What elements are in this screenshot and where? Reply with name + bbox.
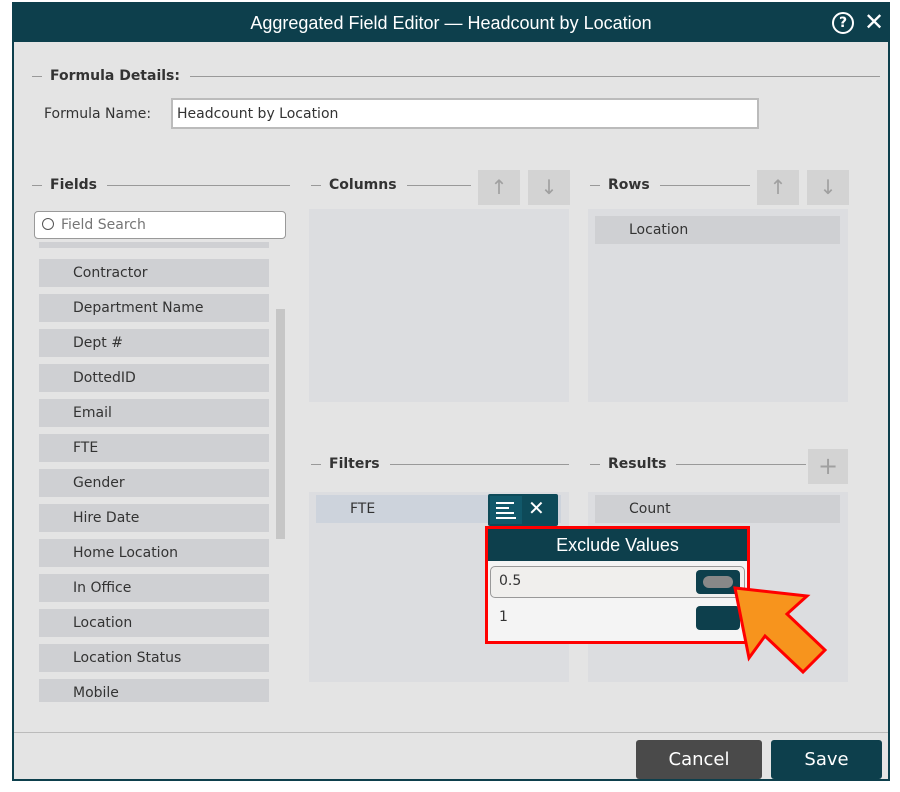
- field-search[interactable]: [34, 211, 286, 239]
- search-icon: [42, 218, 54, 230]
- field-item[interactable]: Gender: [39, 469, 269, 497]
- exclude-value-label: 1: [499, 609, 508, 625]
- results-legend: Results: [590, 456, 806, 472]
- rows-legend: Rows: [590, 177, 750, 193]
- rows-heading: Rows: [608, 177, 650, 193]
- field-item[interactable]: Location: [39, 609, 269, 637]
- columns-legend: Columns: [311, 177, 471, 193]
- field-search-input[interactable]: [61, 215, 281, 235]
- cancel-button[interactable]: Cancel: [636, 740, 762, 779]
- save-button[interactable]: Save: [771, 740, 882, 779]
- exclude-values-popup: Exclude Values 0.5 1: [485, 526, 750, 644]
- field-item[interactable]: Department Name: [39, 294, 269, 322]
- result-item-count[interactable]: Count: [595, 495, 840, 523]
- filter-actions: ✕: [488, 494, 558, 526]
- filter-options-icon[interactable]: [490, 496, 522, 524]
- exclude-value-row[interactable]: 0.5: [490, 566, 745, 598]
- filters-heading: Filters: [329, 456, 380, 472]
- formula-details-legend: Formula Details:: [32, 68, 880, 84]
- field-item[interactable]: Hire Date: [39, 504, 269, 532]
- field-item[interactable]: DottedID: [39, 364, 269, 392]
- formula-name-input[interactable]: [171, 98, 759, 129]
- rows-move-down-button[interactable]: ↓: [807, 170, 849, 205]
- columns-move-down-button[interactable]: ↓: [528, 170, 570, 205]
- fields-legend: Fields: [32, 177, 290, 193]
- row-item-location[interactable]: Location: [595, 216, 840, 244]
- field-item[interactable]: Mobile: [39, 679, 269, 702]
- columns-heading: Columns: [329, 177, 397, 193]
- formula-details-heading: Formula Details:: [50, 68, 180, 84]
- filters-legend: Filters: [311, 456, 569, 472]
- columns-dropzone[interactable]: [309, 209, 569, 402]
- field-item[interactable]: In Office: [39, 574, 269, 602]
- field-item[interactable]: FTE: [39, 434, 269, 462]
- rows-move-up-button[interactable]: ↑: [757, 170, 799, 205]
- exclude-value-label: 0.5: [499, 573, 522, 589]
- help-icon[interactable]: ?: [832, 12, 854, 34]
- field-item-partial[interactable]: [39, 242, 269, 248]
- fields-list: Contractor Department Name Dept # DottedID E…: [32, 242, 290, 702]
- exclude-value-row[interactable]: 1: [490, 603, 745, 635]
- field-item[interactable]: Contractor: [39, 259, 269, 287]
- add-result-button[interactable]: +: [808, 449, 848, 484]
- field-item[interactable]: Home Location: [39, 539, 269, 567]
- fields-heading: Fields: [50, 177, 98, 193]
- field-item[interactable]: Location Status: [39, 644, 269, 672]
- footer-divider: [14, 732, 888, 733]
- formula-name-label: Formula Name:: [44, 106, 152, 122]
- results-heading: Results: [608, 456, 667, 472]
- exclude-values-title: Exclude Values: [488, 529, 747, 561]
- rows-dropzone[interactable]: Location: [588, 209, 848, 402]
- scrollbar-thumb[interactable]: [276, 309, 285, 539]
- field-item[interactable]: Email: [39, 399, 269, 427]
- close-icon[interactable]: ✕: [864, 8, 884, 36]
- columns-move-up-button[interactable]: ↑: [478, 170, 520, 205]
- pointer-arrow-icon: [733, 586, 828, 675]
- field-item[interactable]: Dept #: [39, 329, 269, 357]
- dialog-title: Aggregated Field Editor — Headcount by L…: [14, 4, 888, 42]
- remove-filter-icon[interactable]: ✕: [528, 496, 545, 520]
